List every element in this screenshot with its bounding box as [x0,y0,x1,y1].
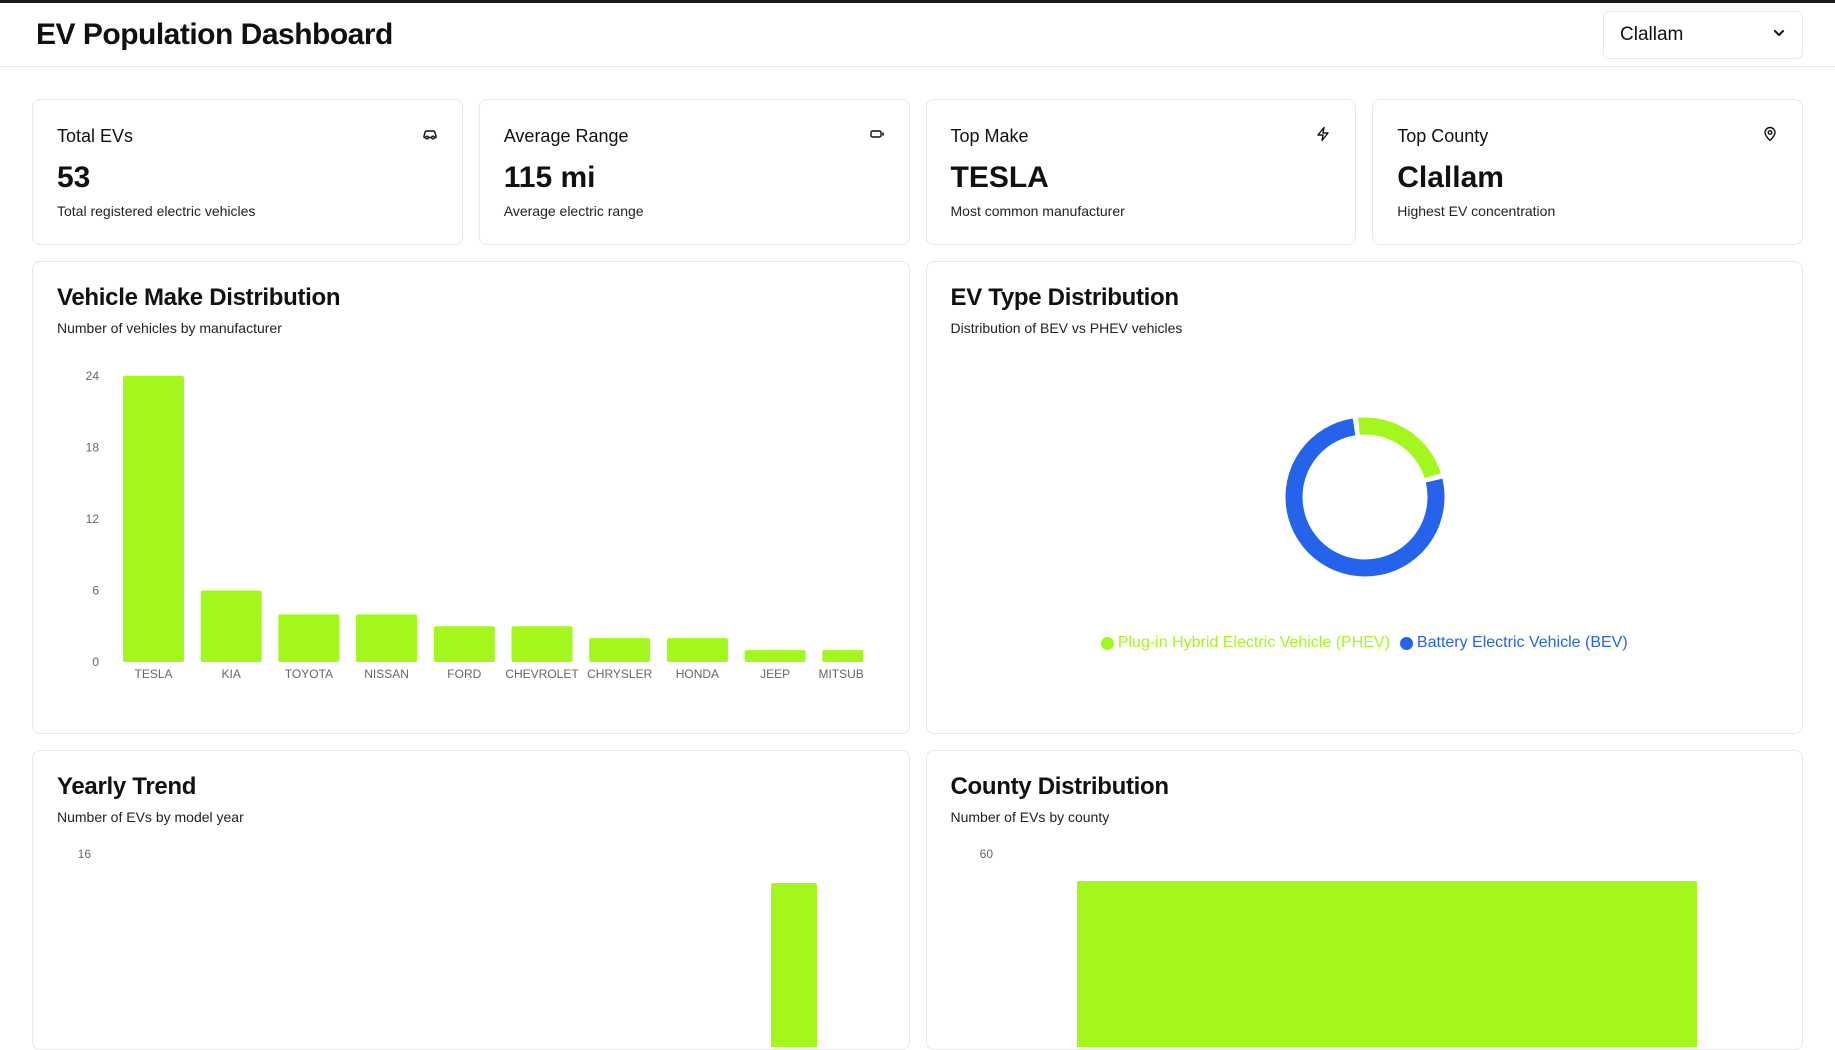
legend-swatch [1100,636,1114,650]
stat-card-top-county: Top County Clallam Highest EV concentrat… [1372,99,1803,245]
bar [123,376,184,662]
chart-subtitle: Distribution of BEV vs PHEV vehicles [950,320,1183,336]
x-tick-label: NISSAN [364,667,409,681]
chart-subtitle: Number of EVs by model year [57,809,244,825]
y-tick-label: 24 [86,369,100,383]
yearly-bar-chart: 16 [78,847,817,1047]
x-tick-label: JEEP [760,667,790,681]
stat-label: Total EVs [57,126,134,146]
make-bar-chart: 0 6 12 18 24 TESLA KIA TOYOTA NISSAN FORD CHEVROLE… [86,369,863,681]
x-tick-label: CHEVROLET [505,667,579,681]
chart-legend: Plug-in Hybrid Electric Vehicle (PHEV) B… [927,634,1803,652]
chevron-down-icon [1772,24,1786,46]
bar [744,650,806,662]
y-tick-label: 60 [979,847,993,861]
stat-value: 53 [57,161,91,194]
chart-title: EV Type Distribution [950,284,1180,311]
make-distribution-card: Vehicle Make Distribution Number of vehi… [32,261,910,734]
x-tick-label: TESLA [134,667,172,681]
stat-card-average-range: Average Range 115 mi Average electric ra… [478,99,910,245]
stat-description: Highest EV concentration [1397,203,1556,219]
y-tick-label: 12 [86,512,100,526]
county-distribution-card: County Distribution Number of EVs by cou… [925,750,1803,1050]
header: EV Population Dashboard Clallam [0,3,1835,67]
y-tick-label: 0 [92,655,99,669]
x-tick-label: MITSUBISHI [818,667,863,681]
legend-label: Plug-in Hybrid Electric Vehicle (PHEV) [1117,634,1390,651]
county-bar-chart: 60 [979,847,1697,1047]
legend-label: Battery Electric Vehicle (BEV) [1416,634,1628,651]
stat-description: Average electric range [503,203,644,219]
stat-value: TESLA [950,161,1049,194]
stat-value: Clallam [1397,161,1504,194]
legend-swatch [1399,636,1413,650]
chart-subtitle: Number of vehicles by manufacturer [57,320,282,336]
bar [356,614,418,662]
dashboard-main: Total EVs 53 Total registered electric v… [0,67,1835,1050]
county-select-value: Clallam [1620,23,1684,45]
stat-card-top-make: Top Make TESLA Most common manufacturer [925,99,1357,245]
x-tick-label: TOYOTA [285,667,333,681]
x-tick-label: HONDA [676,667,719,681]
bar [433,626,495,662]
x-tick-label: CHRYSLER [587,667,652,681]
legend-item-bev[interactable]: Battery Electric Vehicle (BEV) [1399,634,1628,652]
bar [666,638,728,662]
county-select[interactable]: Clallam [1603,10,1803,59]
ev-type-donut-chart [1285,417,1444,577]
page-title: EV Population Dashboard [36,17,393,51]
yearly-trend-card: Yearly Trend Number of EVs by model year… [32,750,910,1050]
stat-description: Total registered electric vehicles [57,203,256,219]
donut-slice [1357,417,1441,479]
car-icon [422,126,438,147]
bar [200,590,262,662]
stats-row: Total EVs 53 Total registered electric v… [32,99,1803,245]
stat-label: Top County [1397,126,1489,146]
bar [771,883,817,1047]
chart-title: County Distribution [950,773,1170,800]
lightning-icon [1315,126,1331,147]
bar [822,650,863,662]
stat-value: 115 mi [503,161,596,194]
bar [589,638,651,662]
y-tick-label: 6 [92,584,99,598]
stat-label: Average Range [503,126,629,146]
chart-subtitle: Number of EVs by county [950,809,1110,825]
battery-icon [869,126,885,147]
chart-title: Yearly Trend [57,773,197,800]
bar [511,626,573,662]
x-tick-label: FORD [447,667,481,681]
stat-description: Most common manufacturer [950,203,1125,219]
chart-title: Vehicle Make Distribution [57,284,341,311]
map-pin-icon [1762,126,1778,147]
bar [278,614,340,662]
charts-grid: Vehicle Make Distribution Number of vehi… [32,261,1803,1050]
stat-card-total-evs: Total EVs 53 Total registered electric v… [32,99,463,245]
y-tick-label: 16 [78,847,92,861]
stat-label: Top Make [950,126,1029,146]
x-tick-label: KIA [222,667,241,681]
legend-item-phev[interactable]: Plug-in Hybrid Electric Vehicle (PHEV) [1100,634,1390,652]
bar [1076,881,1697,1047]
y-tick-label: 18 [86,441,100,455]
ev-type-distribution-card: EV Type Distribution Distribution of BEV… [925,261,1803,734]
